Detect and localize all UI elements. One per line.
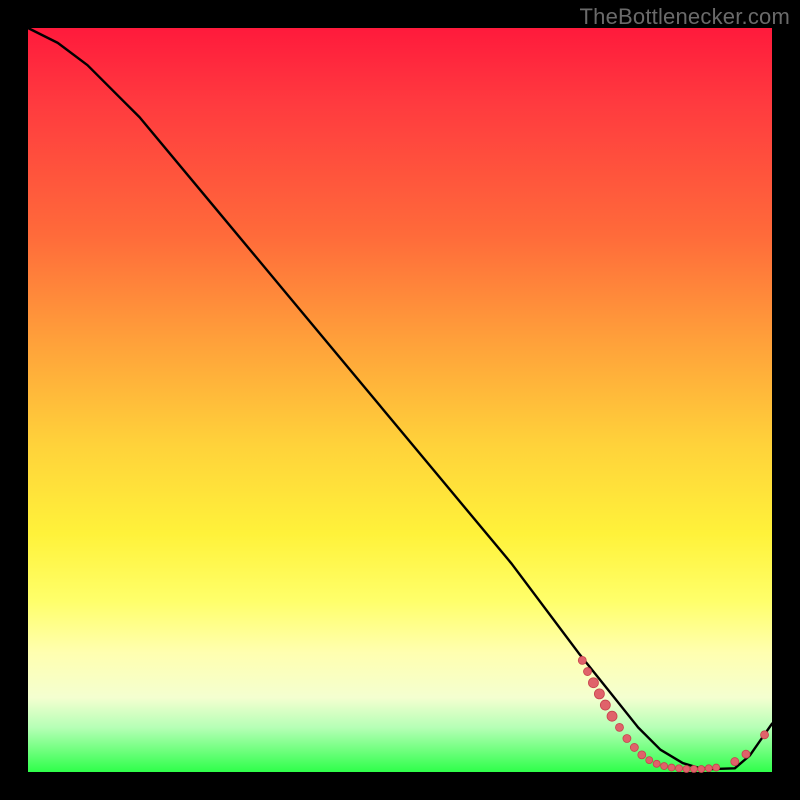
curve-marker bbox=[578, 656, 586, 664]
curve-marker bbox=[646, 757, 653, 764]
curve-marker bbox=[615, 723, 623, 731]
curve-marker bbox=[607, 711, 617, 721]
curve-marker bbox=[676, 765, 683, 772]
curve-marker bbox=[583, 668, 591, 676]
curve-marker bbox=[698, 766, 705, 773]
curve-marker bbox=[594, 689, 604, 699]
curve-marker bbox=[630, 743, 638, 751]
curve-marker bbox=[600, 700, 610, 710]
curve-markers bbox=[578, 656, 768, 772]
attribution-text: TheBottlenecker.com bbox=[580, 4, 790, 30]
chart-svg bbox=[28, 28, 772, 772]
curve-marker bbox=[742, 750, 750, 758]
curve-marker bbox=[761, 731, 769, 739]
curve-marker bbox=[731, 758, 739, 766]
curve-marker bbox=[653, 760, 660, 767]
curve-marker bbox=[705, 765, 712, 772]
curve-marker bbox=[713, 764, 720, 771]
curve-marker bbox=[690, 766, 697, 773]
curve-marker bbox=[623, 735, 631, 743]
curve-marker bbox=[668, 764, 675, 771]
curve-marker bbox=[683, 766, 690, 773]
bottleneck-curve bbox=[28, 28, 772, 769]
plot-area bbox=[28, 28, 772, 772]
curve-marker bbox=[638, 751, 646, 759]
chart-frame: TheBottlenecker.com bbox=[0, 0, 800, 800]
curve-marker bbox=[588, 678, 598, 688]
curve-marker bbox=[661, 763, 668, 770]
